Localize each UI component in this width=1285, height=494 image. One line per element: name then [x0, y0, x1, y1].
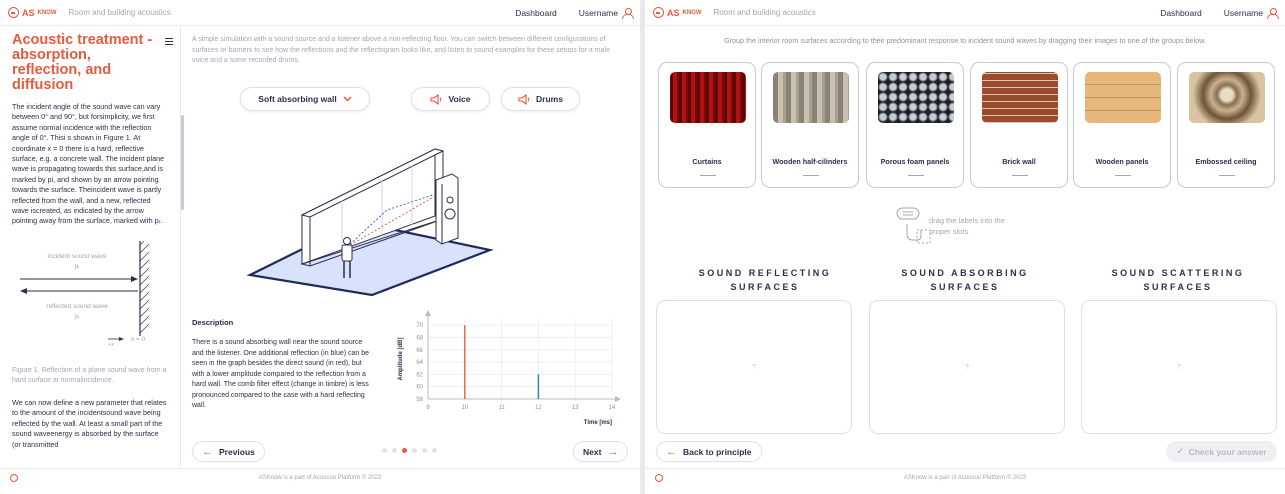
footer: ASKnow is a part of Acoucou Platform © 2… — [0, 468, 640, 494]
logo[interactable]: AS KNOW — [653, 7, 702, 18]
y-tick-label: 62 — [416, 372, 423, 378]
x-axis-arrow — [615, 396, 621, 402]
arrow-right-icon: → — [607, 445, 619, 458]
x-tick-label: 13 — [572, 405, 579, 411]
reflection-diagram — [20, 240, 150, 341]
footer-logo-icon — [655, 474, 663, 482]
drop-slot-reflecting[interactable]: ? — [656, 300, 852, 434]
check-icon: ✓ — [1176, 446, 1184, 456]
simulation-intro: A simple simulation with a sound source … — [192, 36, 610, 64]
user-menu[interactable]: Username — [1224, 7, 1279, 19]
y-axis-arrow — [425, 310, 431, 316]
wooden-half-cylinders-image — [773, 72, 849, 123]
footer-logo-icon — [10, 474, 18, 482]
draggable-card-embossed-ceiling[interactable]: Embossed ceiling — [1177, 62, 1275, 188]
drums-button[interactable]: Drums — [501, 87, 580, 111]
y-tick-label: 70 — [416, 323, 423, 329]
figure-caption: Figure 1. Reflection of a plane sound wa… — [12, 366, 167, 384]
x-tick-label: 12 — [535, 405, 542, 411]
room-illustration — [246, 148, 494, 297]
exercise-instruction: Group the interior room surfaces accordi… — [724, 36, 1206, 45]
user-icon — [1267, 7, 1279, 19]
chevron-down-icon — [343, 96, 352, 102]
previous-button[interactable]: ← Previous — [192, 441, 265, 462]
curtains-image — [670, 72, 746, 123]
x-tick-label: 14 — [609, 405, 616, 411]
next-button[interactable]: Next → — [573, 441, 629, 462]
drag-hint: drag the labels into the proper slots — [929, 216, 1005, 236]
logo-icon — [8, 7, 19, 18]
back-to-principle-button[interactable]: ← Back to principle — [656, 441, 762, 462]
configuration-select[interactable]: Soft absorbing wall — [240, 87, 370, 111]
x-axis-label: Time [ms] — [584, 420, 612, 426]
origin-label: x = 0 — [131, 335, 146, 343]
user-menu[interactable]: Username — [579, 7, 634, 19]
voice-button[interactable]: Voice — [411, 87, 490, 111]
check-answer-button[interactable]: ✓ Check your answer — [1166, 441, 1277, 462]
exercise-screen: AS KNOW Room and building acoustics Dashb… — [645, 0, 1285, 494]
page-dot[interactable] — [412, 448, 417, 453]
menu-icon[interactable] — [165, 38, 173, 45]
draggable-card-brick-wall[interactable]: Brick wall — [970, 62, 1068, 188]
draggable-card-wooden-panels[interactable]: Wooden panels — [1073, 62, 1171, 188]
simulation-screen: AS KNOW Room and building acoustics Dashb… — [0, 0, 640, 494]
group-title-scattering: SOUND SCATTERING SURFACES — [1111, 268, 1245, 292]
draggable-card-curtains[interactable]: Curtains — [658, 62, 756, 188]
loudspeaker — [435, 173, 459, 245]
y-tick-label: 68 — [416, 335, 423, 341]
scrollbar[interactable] — [181, 115, 184, 210]
reflectogram-chart: 58 60 62 64 66 68 70 9 10 11 12 13 14 Amplitude [dB] T… — [398, 310, 621, 426]
group-title-absorbing: SOUND ABSORBING SURFACES — [901, 268, 1029, 292]
brick-wall-image — [982, 72, 1058, 123]
simulation-panel: A simple simulation with a sound source … — [192, 27, 632, 467]
top-bar: AS KNOW Room and building acoustics Dashb… — [0, 0, 640, 26]
reflection-figure: incident sound wave pᵢ reflected sound w… — [12, 240, 168, 366]
dashboard-link[interactable]: Dashboard — [1160, 8, 1202, 18]
group-title-reflecting: SOUND REFLECTING SURFACES — [698, 268, 832, 292]
y-axis-label: Amplitude [dB] — [398, 338, 404, 381]
page-dot[interactable] — [392, 448, 397, 453]
page-title: Acoustic treatment - absorption, reflect… — [12, 32, 153, 93]
logo[interactable]: AS KNOW — [8, 7, 57, 18]
top-bar: AS KNOW Room and building acoustics Dashb… — [645, 0, 1285, 26]
user-icon — [622, 7, 634, 19]
draggable-card-wooden-half-cylinders[interactable]: Wooden half-cilinders — [761, 62, 859, 188]
axis-label: +x — [108, 341, 114, 348]
page-dot[interactable] — [422, 448, 427, 453]
theory-paragraph-2: We can now define a new parameter that r… — [12, 397, 167, 449]
footer: ASKnow is a part of Acoucou Platform © 2… — [645, 468, 1285, 494]
theory-paragraph-1: The incident angle of the sound wave can… — [12, 102, 165, 226]
drop-slot-absorbing[interactable]: ? — [869, 300, 1065, 434]
y-tick-label: 66 — [416, 348, 423, 354]
page-dot[interactable] — [432, 448, 437, 453]
logo-icon — [653, 7, 664, 18]
arrow-left-icon: ← — [666, 445, 677, 458]
drop-slot-scattering[interactable]: ? — [1081, 300, 1277, 434]
foam-panels-image — [878, 72, 954, 123]
speaker-icon — [430, 93, 442, 105]
x-tick-label: 10 — [461, 405, 468, 411]
page-dots — [382, 448, 437, 453]
page-dot[interactable] — [382, 448, 387, 453]
x-tick-label: 11 — [498, 405, 505, 411]
y-tick-label: 58 — [416, 397, 423, 403]
page-dot-active[interactable] — [402, 448, 407, 453]
description-title: Description — [192, 318, 234, 327]
speaker-icon — [518, 93, 530, 105]
app-title: Room and building acoustics — [68, 8, 171, 17]
description-text: There is a sound absorbing wall near the… — [192, 339, 370, 409]
dashboard-link[interactable]: Dashboard — [515, 8, 557, 18]
embossed-ceiling-image — [1189, 72, 1265, 123]
x-tick-label: 9 — [426, 405, 430, 411]
y-tick-label: 60 — [416, 385, 423, 391]
app-title: Room and building acoustics — [713, 8, 816, 17]
drag-hand-icon — [896, 207, 931, 244]
arrow-left-icon: ← — [202, 445, 213, 458]
y-tick-label: 64 — [416, 360, 423, 366]
draggable-card-porous-foam[interactable]: Porous foam panels — [866, 62, 964, 188]
theory-panel: Acoustic treatment - absorption, reflect… — [0, 27, 181, 467]
wooden-panels-image — [1085, 72, 1161, 123]
